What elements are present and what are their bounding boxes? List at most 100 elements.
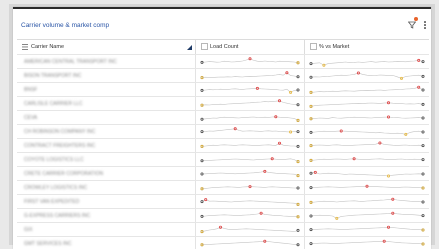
sparkline-low-marker bbox=[296, 160, 300, 164]
sparkline-low-marker bbox=[309, 144, 313, 148]
sparkline bbox=[201, 171, 299, 176]
carrier-name-cell: BISON TRANSPORT INC bbox=[24, 73, 82, 79]
sparkline bbox=[310, 198, 424, 203]
carrier-name-cell: AMERICAN CENTRAL TRANSPORT INC bbox=[24, 59, 117, 65]
list-icon bbox=[22, 44, 28, 50]
carrier-name-cell: COYOTE LOGISTICS LLC bbox=[24, 157, 84, 163]
sparkline-low-marker bbox=[296, 61, 300, 65]
filter-button[interactable] bbox=[408, 17, 418, 30]
pct-vs-market-sparkline bbox=[309, 101, 425, 108]
sparkline-end-marker bbox=[421, 214, 425, 218]
carrier-name-cell: CH ROBINSON COMPANY INC bbox=[24, 129, 96, 135]
more-vertical-icon-dot bbox=[424, 24, 426, 26]
sparkline bbox=[310, 226, 424, 231]
table-row[interactable]: AMERICAN CENTRAL TRANSPORT INC bbox=[17, 54, 429, 69]
sparkline bbox=[201, 212, 299, 218]
load-count-sparkline bbox=[200, 198, 300, 206]
pct-vs-market-sparkline bbox=[309, 225, 425, 232]
pct-vs-market-sparkline bbox=[309, 129, 425, 136]
carrier-name-cell: GMT SERVICES INC bbox=[24, 241, 72, 247]
sparkline bbox=[310, 72, 424, 79]
load-count-sparkline bbox=[200, 225, 300, 234]
sparkline-start-marker bbox=[309, 214, 313, 218]
widget-card: Carrier volume & market comp Carrier Nam… bbox=[13, 7, 431, 249]
table-row[interactable]: BNSF bbox=[17, 82, 429, 97]
sparkline-end-marker bbox=[421, 102, 425, 106]
carrier-name-cell: GIX bbox=[24, 227, 33, 233]
more-vertical-icon bbox=[424, 21, 426, 23]
sparkline-end-marker bbox=[296, 228, 300, 232]
sparkline bbox=[201, 142, 299, 147]
header-carrier-name[interactable]: Carrier Name bbox=[17, 40, 196, 54]
table-row[interactable]: COYOTE LOGISTICS LLC bbox=[17, 152, 429, 167]
pct-vs-market-sparkline bbox=[309, 141, 425, 148]
sparkline bbox=[310, 60, 424, 66]
carrier-name-cell: CARLISLE CARRIER LLC bbox=[24, 101, 83, 107]
load-count-sparkline bbox=[200, 211, 300, 219]
carrier-name-cell: BNSF bbox=[24, 87, 38, 93]
sparkline-start-marker bbox=[309, 242, 313, 246]
card-title: Carrier volume & market comp bbox=[21, 22, 110, 29]
carrier-name-cell: FIRST VAN EXPEDITED bbox=[24, 199, 80, 205]
table-row[interactable]: CROWLEY LOGISTICS INC bbox=[17, 180, 429, 195]
sparkline bbox=[201, 100, 299, 106]
table-row[interactable]: FIRST VAN EXPEDITED bbox=[17, 194, 429, 209]
header-carrier-name-label: Carrier Name bbox=[31, 44, 65, 50]
load-count-sparkline bbox=[200, 157, 300, 164]
load-count-sparkline bbox=[200, 127, 300, 134]
carrier-name-cell: CEVA bbox=[24, 115, 38, 121]
sort-descending-icon[interactable] bbox=[187, 45, 192, 50]
sparkline bbox=[201, 240, 299, 246]
header-load-count[interactable]: Load Count bbox=[196, 40, 305, 54]
sparkline bbox=[310, 130, 424, 135]
sparkline-end-marker bbox=[421, 158, 425, 162]
carrier-table: Carrier Name Load Count % vs Market AMER… bbox=[17, 39, 429, 249]
carrier-name-cell: CROWLEY LOGISTICS INC bbox=[24, 185, 88, 191]
more-menu-button[interactable] bbox=[422, 20, 428, 30]
load-count-sparkline bbox=[200, 185, 300, 191]
table-row[interactable]: BISON TRANSPORT INC bbox=[17, 68, 429, 83]
header-load-count-label: Load Count bbox=[210, 44, 239, 50]
sparkline-start-marker bbox=[309, 171, 313, 175]
pct-vs-market-sparkline bbox=[309, 184, 425, 190]
carrier-name-cell: CONTRACT FREIGHTERS INC bbox=[24, 143, 96, 149]
table-row[interactable]: CRETE CARRIER CORPORATION bbox=[17, 166, 429, 181]
sparkline bbox=[310, 86, 424, 93]
filter-active-badge bbox=[414, 17, 418, 21]
sparkline-start-marker bbox=[309, 228, 313, 232]
sparkline bbox=[201, 58, 299, 64]
sparkline bbox=[310, 212, 424, 219]
carrier-name-cell: CRETE CARRIER CORPORATION bbox=[24, 171, 104, 177]
load-count-sparkline bbox=[200, 71, 300, 80]
header-pct-vs-market[interactable]: % vs Market bbox=[305, 40, 429, 54]
sparkline-end-marker bbox=[421, 74, 425, 78]
carrier-name-cell: G-EXPRESS CARRIERS INC bbox=[24, 213, 91, 219]
sparkline bbox=[201, 116, 299, 121]
load-count-sparkline bbox=[200, 169, 300, 178]
sparkline bbox=[310, 158, 424, 161]
table-row[interactable]: CEVA bbox=[17, 110, 429, 125]
more-vertical-icon-dot bbox=[424, 27, 426, 29]
sparkline bbox=[201, 199, 299, 205]
load-count-sparkline bbox=[200, 99, 300, 107]
load-count-sparkline bbox=[200, 57, 300, 65]
load-count-sparkline bbox=[200, 115, 300, 122]
table-row[interactable]: CARLISLE CARRIER LLC bbox=[17, 96, 429, 111]
sparkline bbox=[310, 102, 424, 107]
table-row[interactable]: GMT SERVICES INC bbox=[17, 236, 429, 249]
header-pct-vs-market-label: % vs Market bbox=[319, 44, 350, 50]
sparkline bbox=[310, 116, 424, 120]
sparkline-end-marker bbox=[296, 103, 300, 107]
table-row[interactable]: CONTRACT FREIGHTERS INC bbox=[17, 138, 429, 153]
sparkline-low-marker bbox=[296, 118, 300, 122]
pct-vs-market-sparkline bbox=[309, 85, 425, 94]
pct-vs-market-sparkline bbox=[309, 197, 425, 204]
table-row[interactable]: CH ROBINSON COMPANY INC bbox=[17, 124, 429, 139]
pct-vs-market-sparkline bbox=[309, 239, 425, 246]
sparkline bbox=[201, 88, 299, 93]
sparkline-start-marker bbox=[200, 60, 204, 64]
sparkline bbox=[201, 128, 298, 133]
table-row[interactable]: GIX bbox=[17, 222, 429, 237]
pct-vs-market-sparkline bbox=[309, 115, 425, 121]
table-row[interactable]: G-EXPRESS CARRIERS INC bbox=[17, 208, 429, 223]
